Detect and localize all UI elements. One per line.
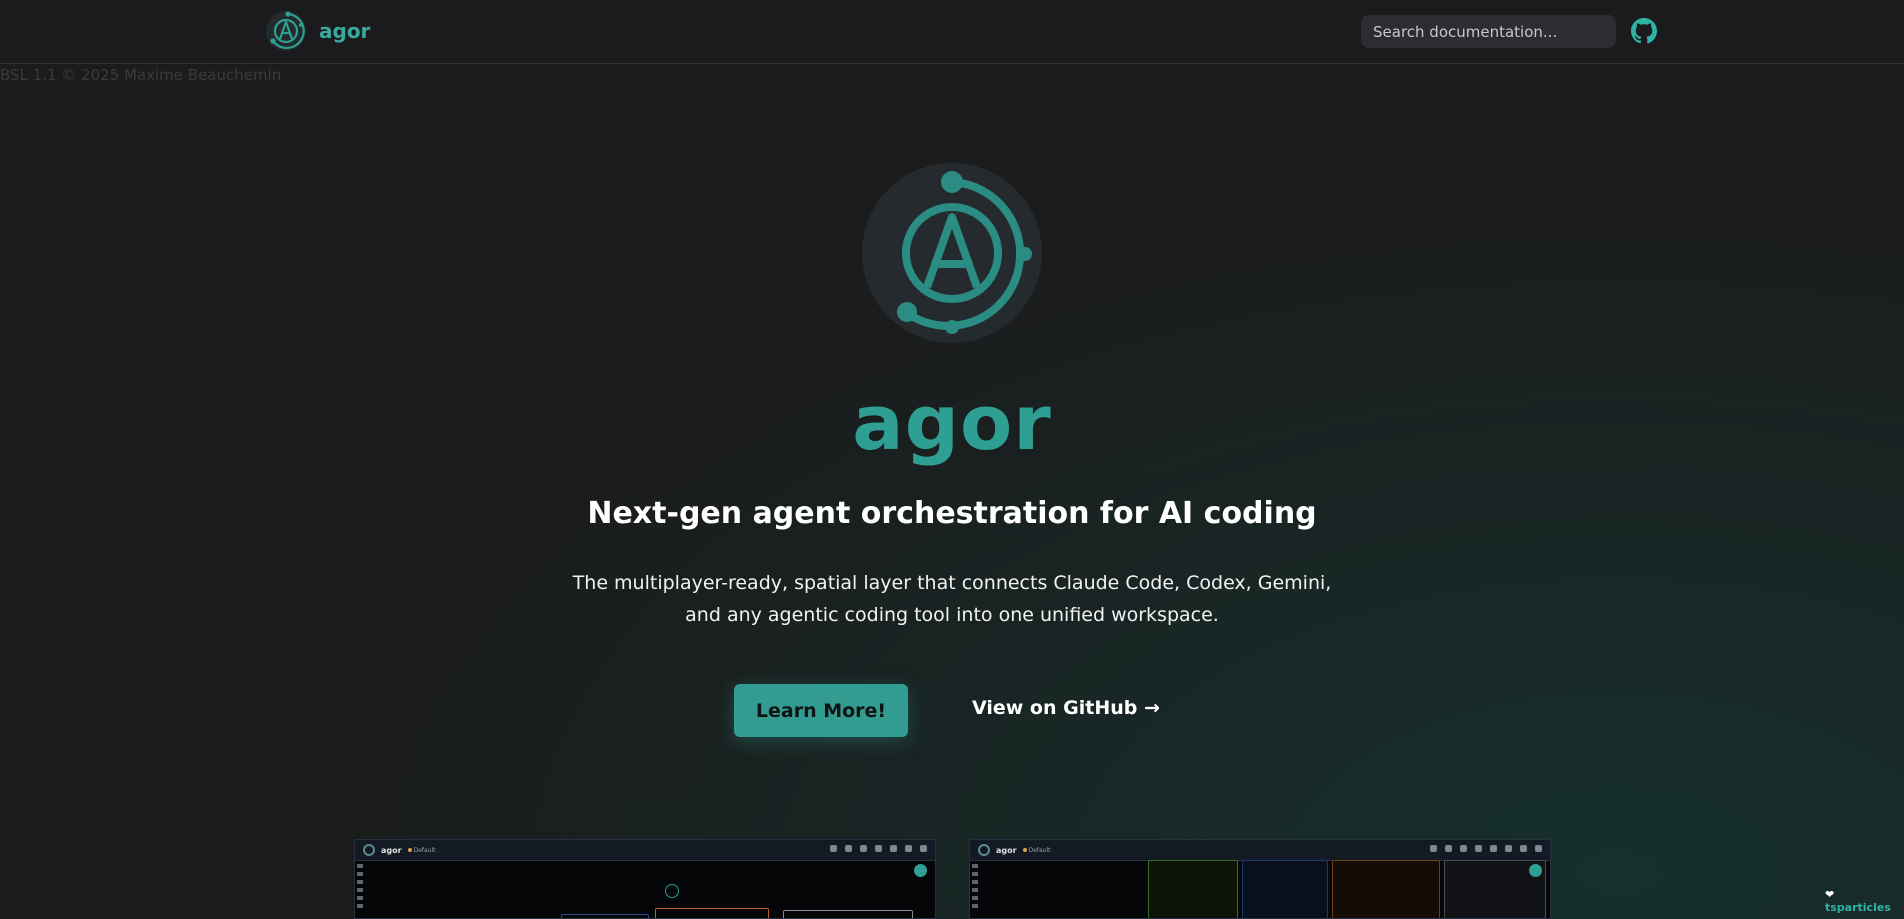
screenshot-preview-2[interactable]: agor Default xyxy=(969,839,1551,919)
agor-hero-logo-icon xyxy=(862,163,1042,343)
search-input[interactable] xyxy=(1361,15,1616,48)
view-on-github-link[interactable]: View on GitHub → xyxy=(972,697,1160,719)
preview-card xyxy=(655,908,769,918)
heart-icon: ❤ xyxy=(1825,888,1835,901)
preview-toolbar-icons xyxy=(830,845,927,852)
preview-app-name: agor xyxy=(381,845,402,855)
preview-toolbar-icons xyxy=(1430,845,1542,852)
preview-zone xyxy=(1332,860,1440,918)
preview-logo-icon xyxy=(363,844,375,856)
tsparticles-badge[interactable]: ❤tsparticles xyxy=(1825,888,1904,914)
screenshot-preview-1[interactable]: agor Default xyxy=(354,839,936,919)
preview-add-icon xyxy=(1529,864,1542,877)
preview-add-icon xyxy=(914,864,927,877)
preview-logo-icon xyxy=(978,844,990,856)
agor-logo-icon xyxy=(266,11,306,51)
learn-more-button[interactable]: Learn More! xyxy=(734,684,908,737)
preview-zone xyxy=(1148,860,1238,918)
preview-sidebar xyxy=(357,864,365,912)
top-navbar: agor xyxy=(0,0,1904,64)
preview-node xyxy=(665,884,679,898)
brand-home-link[interactable]: agor xyxy=(265,10,370,52)
hero-tagline: Next-gen agent orchestration for AI codi… xyxy=(587,496,1317,531)
preview-board-label: Default xyxy=(407,847,436,854)
preview-card xyxy=(783,910,913,918)
hero-description: The multiplayer-ready, spatial layer tha… xyxy=(572,572,1332,626)
preview-app-bar: agor Default xyxy=(970,840,1550,861)
copyright-text: BSL 1.1 © 2025 Maxime Beauchemin xyxy=(0,66,282,84)
tsparticles-label: tsparticles xyxy=(1825,901,1891,914)
preview-app-bar: agor Default xyxy=(355,840,935,861)
github-icon[interactable] xyxy=(1631,18,1657,44)
hero-title: agor xyxy=(852,378,1052,467)
preview-zone xyxy=(1242,860,1328,918)
preview-board-label: Default xyxy=(1022,847,1051,854)
brand-name: agor xyxy=(319,19,371,43)
preview-sidebar xyxy=(972,864,980,912)
preview-card xyxy=(561,914,649,918)
preview-app-name: agor xyxy=(996,845,1017,855)
